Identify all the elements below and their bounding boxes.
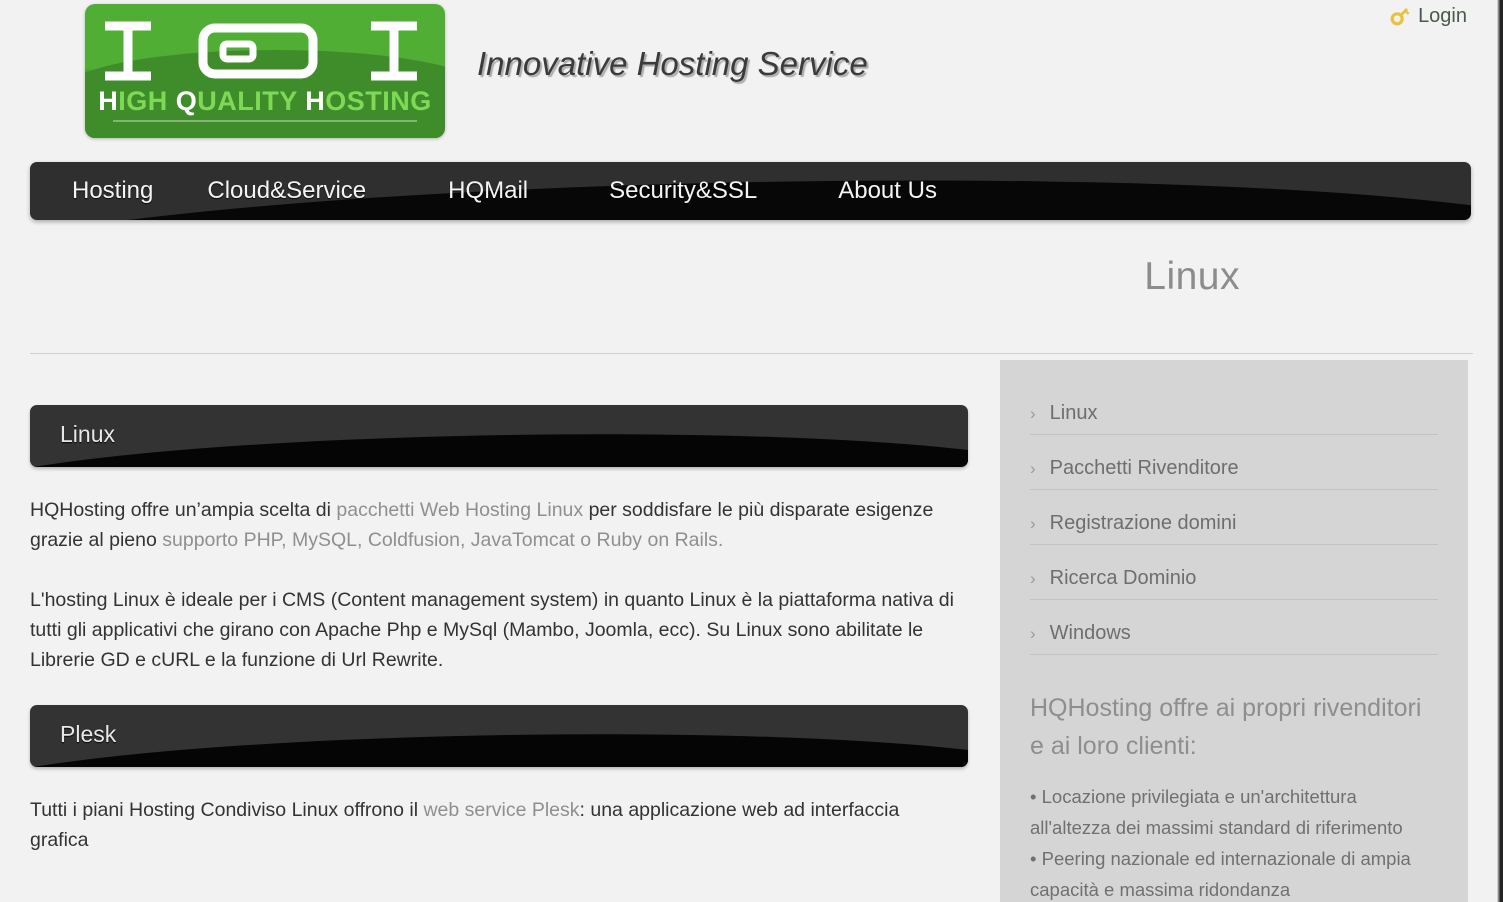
sidebar-item-windows-label: Windows [1049, 621, 1131, 644]
title-divider [30, 353, 1473, 354]
sidebar: › Linux › Pacchetti Rivenditore › Regist… [1000, 360, 1468, 902]
logo-underline [113, 120, 417, 122]
link-web-service-plesk[interactable]: web service Plesk [423, 799, 579, 821]
chevron-right-icon: › [1030, 623, 1036, 643]
main-content: Linux HQHosting offre un’ampia scelta di… [30, 405, 970, 885]
logo-w5: H [305, 86, 326, 116]
sidebar-heading: HQHosting offre ai propri rivenditori e … [1030, 694, 1422, 760]
nav-item-about-us[interactable]: About Us [838, 177, 937, 205]
link-pacchetti-web-hosting-linux[interactable]: pacchetti Web Hosting Linux [336, 499, 583, 521]
hqh-logo-mark [105, 21, 417, 81]
paragraph-intro: HQHosting offre un’ampia scelta di pacch… [30, 495, 960, 555]
logo-w6: OSTING [325, 86, 432, 116]
sidebar-item-pacchetti-rivenditore-label: Pacchetti Rivenditore [1049, 456, 1239, 479]
sidebar-item-linux[interactable]: › Linux [1030, 394, 1438, 435]
login-link[interactable]: Login [1388, 4, 1467, 28]
paragraph-plesk-part1: Tutti i piani Hosting Condiviso Linux of… [30, 799, 424, 821]
logo-wordmark: HIGH QUALITY HOSTING [85, 86, 445, 117]
sidebar-item-pacchetti-rivenditore[interactable]: › Pacchetti Rivenditore [1030, 449, 1438, 490]
login-label: Login [1418, 4, 1467, 27]
nav-item-cloud-service[interactable]: Cloud&Service [207, 177, 366, 205]
site-tagline: Innovative Hosting Service [477, 45, 868, 82]
logo-w2: IGH [118, 86, 176, 116]
nav-item-security-ssl[interactable]: Security&SSL [609, 177, 757, 205]
section-header-linux: Linux [30, 405, 968, 467]
sidebar-bullet-1: • Locazione privilegiata e un'architettu… [1030, 786, 1403, 838]
page-right-edge [1497, 0, 1503, 902]
main-navigation: Hosting Cloud&Service HQMail Security&SS… [30, 162, 1471, 220]
sidebar-item-linux-label: Linux [1049, 401, 1098, 424]
sidebar-item-ricerca-dominio-label: Ricerca Dominio [1049, 566, 1197, 589]
section-header-plesk-label: Plesk [60, 721, 117, 747]
paragraph-cms: L'hosting Linux è ideale per i CMS (Cont… [30, 589, 954, 671]
key-icon [1390, 7, 1410, 26]
page-title: Linux [1144, 255, 1240, 298]
chevron-right-icon: › [1030, 403, 1036, 423]
chevron-right-icon: › [1030, 568, 1036, 588]
sidebar-item-registrazione-domini-label: Registrazione domini [1049, 511, 1237, 534]
site-header: HIGH QUALITY HOSTING Innovative Hosting … [0, 0, 1503, 145]
nav-item-hosting[interactable]: Hosting [72, 177, 153, 205]
section-header-plesk: Plesk [30, 705, 968, 767]
sidebar-bullet-2: • Peering nazionale ed internazionale di… [1030, 848, 1411, 900]
chevron-right-icon: › [1030, 458, 1036, 478]
chevron-right-icon: › [1030, 513, 1036, 533]
paragraph-intro-part1: HQHosting offre un’ampia scelta di [30, 499, 337, 521]
sidebar-item-ricerca-dominio[interactable]: › Ricerca Dominio [1030, 559, 1438, 600]
logo-w3: Q [175, 86, 198, 116]
logo-w4: UALITY [197, 86, 306, 116]
sidebar-item-registrazione-domini[interactable]: › Registrazione domini [1030, 504, 1438, 545]
sidebar-item-windows[interactable]: › Windows [1030, 614, 1438, 655]
logo-w1: H [98, 86, 119, 116]
link-supporto-php[interactable]: supporto PHP, MySQL, Coldfusion, JavaTom… [162, 529, 723, 551]
nav-item-hqmail[interactable]: HQMail [448, 177, 528, 205]
logo[interactable]: HIGH QUALITY HOSTING [85, 4, 445, 138]
sidebar-bullets: • Locazione privilegiata e un'architettu… [1030, 781, 1438, 902]
section-header-linux-label: Linux [60, 421, 115, 447]
paragraph-plesk: Tutti i piani Hosting Condiviso Linux of… [30, 795, 960, 855]
